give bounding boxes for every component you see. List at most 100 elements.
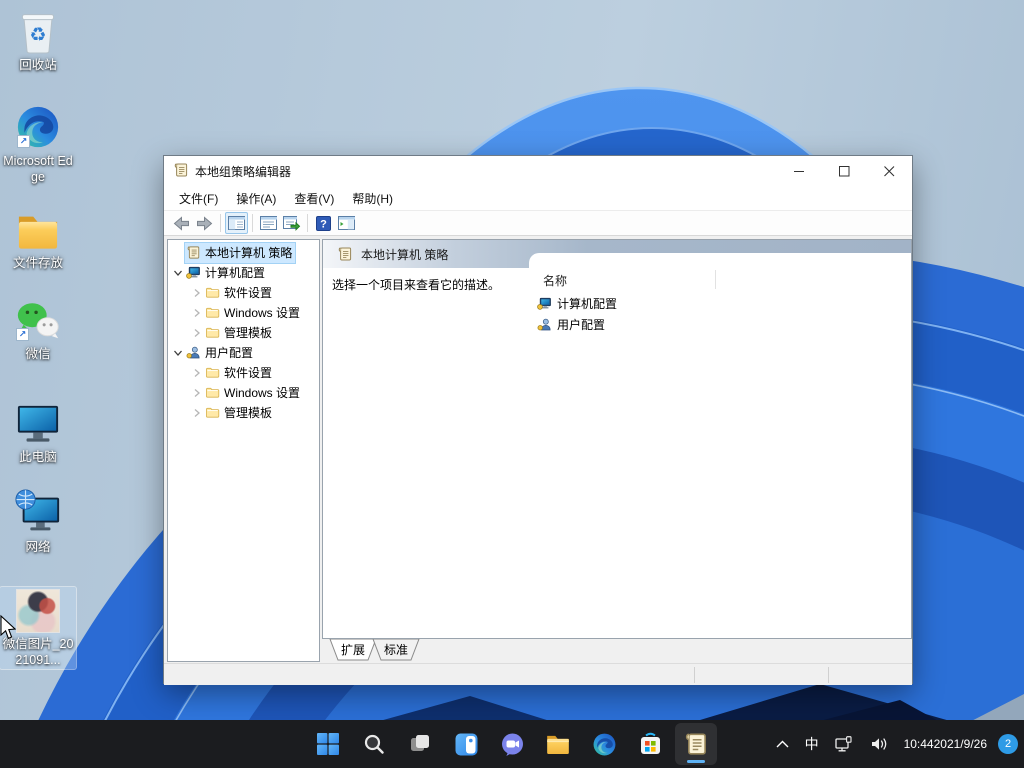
desktop-icon-this-pc[interactable]: 此电脑 bbox=[0, 400, 76, 465]
chevron-right-icon[interactable] bbox=[189, 368, 204, 378]
desktop-icon-network[interactable]: 网络 bbox=[0, 490, 76, 555]
image-thumbnail bbox=[16, 587, 60, 633]
folder-icon bbox=[205, 285, 220, 300]
user-config-icon bbox=[537, 317, 552, 332]
tree-item-local-computer-policy[interactable]: 本地计算机 策略 bbox=[168, 243, 319, 263]
help-icon[interactable]: ? bbox=[312, 212, 335, 234]
start-icon[interactable] bbox=[307, 723, 349, 765]
menu-help[interactable]: 帮助(H) bbox=[343, 187, 402, 210]
desktop-icon-recycle-bin[interactable]: ♻ 回收站 bbox=[0, 8, 76, 73]
ime-indicator[interactable]: 中 bbox=[800, 726, 824, 762]
toolbar: ? bbox=[164, 210, 912, 236]
desktop-icon-label: 网络 bbox=[25, 539, 50, 555]
minimize-button[interactable] bbox=[777, 156, 822, 186]
scroll-icon bbox=[337, 246, 353, 262]
tree-item-windows-settings[interactable]: Windows 设置 bbox=[168, 303, 319, 323]
folder-icon bbox=[205, 365, 220, 380]
tray-network-icon[interactable] bbox=[830, 726, 859, 762]
chevron-right-icon[interactable] bbox=[189, 388, 204, 398]
folder-icon bbox=[205, 405, 220, 420]
title-bar[interactable]: 本地组策略编辑器 bbox=[164, 156, 912, 186]
tree-item-software-settings-user[interactable]: 软件设置 bbox=[168, 363, 319, 383]
store-icon[interactable] bbox=[629, 723, 671, 765]
tree-item-admin-templates[interactable]: 管理模板 bbox=[168, 323, 319, 343]
scroll-icon bbox=[186, 245, 201, 260]
desktop-icon-file-folder[interactable]: 文件存放 bbox=[0, 206, 76, 271]
desktop-icon-label: 微信 bbox=[25, 346, 50, 362]
description-text: 选择一个项目来查看它的描述。 bbox=[332, 276, 500, 293]
tree-item-computer-config[interactable]: 计算机配置 bbox=[168, 263, 319, 283]
tree-item-user-config[interactable]: 用户配置 bbox=[168, 343, 319, 363]
svg-text:扩展: 扩展 bbox=[341, 643, 365, 657]
computer-config-icon bbox=[186, 265, 201, 280]
svg-text:♻: ♻ bbox=[29, 25, 46, 46]
column-header-name[interactable]: 名称 bbox=[543, 272, 567, 289]
chevron-down-icon[interactable] bbox=[170, 348, 185, 358]
status-bar bbox=[164, 663, 912, 685]
chevron-right-icon[interactable] bbox=[189, 308, 204, 318]
folder-icon bbox=[15, 206, 61, 252]
list-item-computer-config[interactable]: 计算机配置 bbox=[535, 293, 905, 314]
results-header-title: 本地计算机 策略 bbox=[361, 246, 448, 263]
task-view-icon[interactable] bbox=[399, 723, 441, 765]
toolbar-separator bbox=[307, 214, 308, 232]
desktop-icon-label: 文件存放 bbox=[13, 255, 63, 271]
chat-icon[interactable] bbox=[491, 723, 533, 765]
forward-icon[interactable] bbox=[193, 212, 216, 234]
shortcut-arrow-icon: ↗ bbox=[17, 135, 30, 148]
group-policy-editor-icon[interactable] bbox=[675, 723, 717, 765]
show-console-tree-icon[interactable] bbox=[225, 212, 248, 234]
column-separator[interactable] bbox=[715, 270, 716, 289]
edge-icon: ↗ bbox=[15, 104, 61, 150]
active-app-indicator bbox=[687, 760, 705, 763]
tree-item-software-settings[interactable]: 软件设置 bbox=[168, 283, 319, 303]
desktop-icon-label: 此电脑 bbox=[19, 449, 57, 465]
folder-icon bbox=[205, 385, 220, 400]
clock[interactable]: 10:44 2021/9/26 bbox=[899, 726, 992, 762]
export-list-icon[interactable] bbox=[280, 212, 303, 234]
tab-standard[interactable]: 标准 bbox=[372, 639, 420, 661]
menu-action[interactable]: 操作(A) bbox=[227, 187, 285, 210]
folder-icon bbox=[205, 305, 220, 320]
shortcut-arrow-icon: ↗ bbox=[16, 328, 29, 341]
desktop-icon-edge[interactable]: ↗ Microsoft Edge bbox=[0, 104, 76, 186]
wechat-icon: ↗ bbox=[14, 297, 62, 343]
tab-extended[interactable]: 扩展 bbox=[329, 639, 377, 661]
chevron-right-icon[interactable] bbox=[189, 408, 204, 418]
status-separator bbox=[694, 667, 695, 683]
close-button[interactable] bbox=[867, 156, 912, 186]
console-tree: 本地计算机 策略 计算机配置 软件设置 Windows 设置 管理模板 bbox=[167, 239, 320, 662]
tree-item-label: Windows 设置 bbox=[224, 304, 300, 321]
computer-config-icon bbox=[537, 296, 552, 311]
desktop-icon-wechat[interactable]: ↗ 微信 bbox=[0, 297, 76, 362]
list-item-user-config[interactable]: 用户配置 bbox=[535, 314, 905, 335]
file-explorer-icon[interactable] bbox=[537, 723, 579, 765]
tree-item-admin-templates-user[interactable]: 管理模板 bbox=[168, 403, 319, 423]
items-list: 名称 计算机配置 用户配置 bbox=[529, 253, 911, 638]
tree-item-label: 计算机配置 bbox=[205, 264, 265, 281]
tree-item-windows-settings-user[interactable]: Windows 设置 bbox=[168, 383, 319, 403]
tray-chevron-up-icon[interactable] bbox=[771, 726, 794, 762]
menu-view[interactable]: 查看(V) bbox=[285, 187, 343, 210]
user-config-icon bbox=[186, 345, 201, 360]
edge-icon[interactable] bbox=[583, 723, 625, 765]
back-icon[interactable] bbox=[170, 212, 193, 234]
maximize-button[interactable] bbox=[822, 156, 867, 186]
desktop-icon-label: Microsoft Edge bbox=[0, 153, 76, 186]
tree-item-label: Windows 设置 bbox=[224, 384, 300, 401]
chevron-down-icon[interactable] bbox=[170, 268, 185, 278]
taskbar: 中 10:44 2021/9/26 2 bbox=[0, 720, 1024, 768]
results-pane: 本地计算机 策略 选择一个项目来查看它的描述。 名称 计算机配置 用户配置 bbox=[322, 239, 912, 639]
svg-text:?: ? bbox=[320, 218, 327, 230]
taskbar-center-group bbox=[307, 723, 717, 765]
properties-icon[interactable] bbox=[257, 212, 280, 234]
notification-badge[interactable]: 2 bbox=[998, 734, 1018, 754]
chevron-right-icon[interactable] bbox=[189, 328, 204, 338]
search-icon[interactable] bbox=[353, 723, 395, 765]
tray-volume-icon[interactable] bbox=[865, 726, 893, 762]
menu-file[interactable]: 文件(F) bbox=[170, 187, 227, 210]
show-extended-pane-icon[interactable] bbox=[335, 212, 358, 234]
widgets-icon[interactable] bbox=[445, 723, 487, 765]
app-scroll-icon bbox=[173, 162, 189, 181]
chevron-right-icon[interactable] bbox=[189, 288, 204, 298]
